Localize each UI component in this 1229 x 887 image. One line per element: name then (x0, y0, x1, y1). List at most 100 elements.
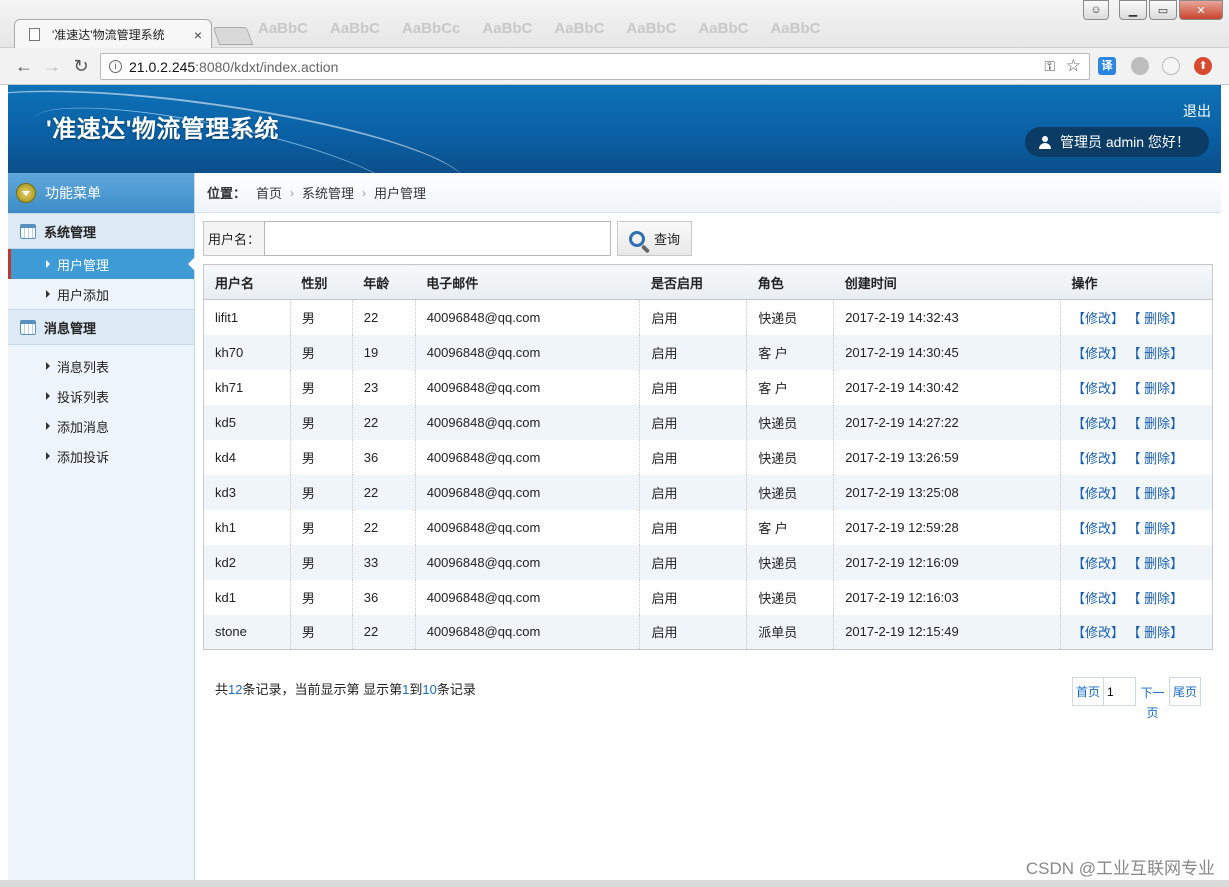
delete-link[interactable]: 【 删除】 (1134, 381, 1183, 396)
delete-link[interactable]: 【 删除】 (1134, 346, 1183, 361)
browser-tab[interactable]: '准速达'物流管理系统 × (14, 19, 212, 49)
background-style-gallery: AaBbC AaBbC AaBbCc AaBbC AaBbC AaBbC AaB… (258, 20, 820, 37)
translate-extension-icon[interactable]: 译 (1098, 57, 1116, 75)
edit-link[interactable]: 【修改】 (1072, 451, 1124, 466)
table-row: kd4 男 36 40096848@qq.com 启用 快递员 2017-2-19 13:2… (204, 439, 1213, 475)
row-actions: 【修改】【 删除】 (1059, 334, 1213, 370)
row-actions: 【修改】【 删除】 (1059, 299, 1213, 335)
star-icon[interactable]: ☆ (1066, 56, 1081, 76)
table-cell: 男 (289, 614, 353, 650)
extension-icon[interactable] (1131, 57, 1149, 75)
sidebar-group-system[interactable]: 系统管理 (8, 213, 194, 249)
browser-titlebar: '准速达'物流管理系统 × AaBbC AaBbC AaBbCc AaBbC A… (0, 0, 1229, 49)
breadcrumb-item-system[interactable]: 系统管理 (302, 183, 354, 202)
username-search-input[interactable] (264, 221, 611, 256)
sidebar-header[interactable]: 功能菜单 (8, 173, 194, 213)
delete-link[interactable]: 【 删除】 (1134, 591, 1183, 606)
summary-text: 到 (409, 682, 423, 697)
browser-toolbar: ← → ↻ i 21.0.2.245 :8080/kdxt/index.acti… (0, 48, 1229, 85)
edit-link[interactable]: 【修改】 (1072, 416, 1124, 431)
sidebar-item-add-complaint[interactable]: 添加投诉 (8, 441, 194, 471)
breadcrumb-label: 位置： (207, 186, 247, 201)
delete-link[interactable]: 【 删除】 (1134, 311, 1183, 326)
table-row: kh71 男 23 40096848@qq.com 启用客 户 2017-2-19 14:… (204, 369, 1213, 405)
new-tab-button[interactable] (212, 27, 254, 45)
search-button[interactable]: 查询 (617, 221, 692, 256)
sidebar-item-add-message[interactable]: 添加消息 (8, 411, 194, 441)
edit-link[interactable]: 【修改】 (1072, 625, 1124, 640)
table-cell: 40096848@qq.com (414, 579, 640, 615)
table-cell: 40096848@qq.com (414, 544, 640, 580)
key-icon[interactable]: ⚿ (1044, 58, 1055, 75)
table-cell: 启用 (639, 334, 747, 370)
breadcrumb-item-home[interactable]: 首页 (256, 183, 282, 202)
table-cell: 快递员 (746, 544, 834, 580)
logout-link[interactable]: 退出 (1183, 101, 1211, 121)
info-icon[interactable]: i (109, 60, 122, 73)
forward-icon[interactable]: → (42, 56, 62, 76)
sidebar-item-message-list[interactable]: 消息列表 (8, 351, 194, 381)
delete-link[interactable]: 【 删除】 (1134, 625, 1183, 640)
reload-icon[interactable]: ↻ (71, 56, 91, 76)
table-cell: 快递员 (746, 474, 834, 510)
edit-link[interactable]: 【修改】 (1072, 521, 1124, 536)
address-bar[interactable]: i 21.0.2.245 :8080/kdxt/index.action ⚿ ☆ (100, 53, 1090, 80)
edit-link[interactable]: 【修改】 (1072, 486, 1124, 501)
ghost-style: AaBbC (554, 20, 605, 37)
total-records: 12 (228, 682, 243, 697)
table-cell: 19 (351, 334, 416, 370)
breadcrumb: 位置： 首页 › 系统管理 › 用户管理 (195, 173, 1221, 213)
tab-close-icon[interactable]: × (189, 27, 207, 43)
window-controls: ☺ ▁ ▭ ✕ (1083, 0, 1223, 20)
delete-link[interactable]: 【 删除】 (1134, 416, 1183, 431)
row-actions: 【修改】【 删除】 (1059, 614, 1213, 650)
search-bar: 用户名： 查询 (203, 221, 692, 256)
back-icon[interactable]: ← (14, 56, 34, 76)
extension-upload-icon[interactable]: ⬆ (1194, 57, 1212, 75)
ghost-style: AaBbC (258, 20, 309, 37)
table-cell: 2017-2-19 12:16:03 (833, 579, 1061, 615)
next-page-button[interactable]: 下一 页 (1136, 677, 1170, 727)
ghost-style: AaBbC (482, 20, 533, 37)
edit-link[interactable]: 【修改】 (1072, 346, 1124, 361)
ghost-style: AaBbC (330, 20, 381, 37)
table-cell: 男 (289, 334, 353, 370)
first-page-button[interactable]: 首页 (1072, 677, 1105, 706)
delete-link[interactable]: 【 删除】 (1134, 556, 1183, 571)
table-cell: 启用 (639, 544, 747, 580)
sidebar-item-user-management[interactable]: 用户管理 (8, 249, 195, 279)
table-cell: 2017-2-19 14:27:22 (833, 404, 1061, 440)
row-actions: 【修改】【 删除】 (1059, 509, 1213, 545)
minimize-button[interactable]: ▁ (1119, 0, 1147, 20)
table-cell: kd5 (203, 404, 291, 440)
sidebar-group-messages[interactable]: 消息管理 (8, 309, 194, 345)
column-header: 操作 (1060, 264, 1213, 300)
sidebar-item-add-user[interactable]: 用户添加 (8, 279, 194, 309)
table-cell: 男 (289, 439, 353, 475)
edit-link[interactable]: 【修改】 (1072, 556, 1124, 571)
sidebar-item-complaint-list[interactable]: 投诉列表 (8, 381, 194, 411)
table-cell: 男 (289, 579, 353, 615)
edit-link[interactable]: 【修改】 (1072, 311, 1124, 326)
edit-link[interactable]: 【修改】 (1072, 591, 1124, 606)
delete-link[interactable]: 【 删除】 (1134, 486, 1183, 501)
sidebar-item-label: 消息列表 (57, 359, 110, 375)
column-header: 是否启用 (639, 264, 747, 300)
extension-icon[interactable] (1162, 57, 1180, 75)
calendar-icon (20, 319, 36, 335)
table-cell: kd2 (203, 544, 291, 580)
table-cell: 33 (351, 544, 416, 580)
delete-link[interactable]: 【 删除】 (1134, 521, 1183, 536)
close-window-button[interactable]: ✕ (1179, 0, 1223, 20)
delete-link[interactable]: 【 删除】 (1134, 451, 1183, 466)
table-cell: 2017-2-19 12:15:49 (833, 614, 1061, 650)
page-number-input[interactable]: 1 (1104, 677, 1137, 706)
chevron-down-icon (16, 183, 36, 203)
last-page-button[interactable]: 尾页 (1169, 677, 1202, 706)
profile-icon[interactable]: ☺ (1083, 0, 1109, 20)
maximize-button[interactable]: ▭ (1149, 0, 1177, 20)
record-summary: 共12条记录，当前显示第 显示第1到10条记录 (215, 679, 476, 698)
table-cell: 男 (289, 404, 353, 440)
edit-link[interactable]: 【修改】 (1072, 381, 1124, 396)
column-header: 用户名 (203, 264, 291, 300)
